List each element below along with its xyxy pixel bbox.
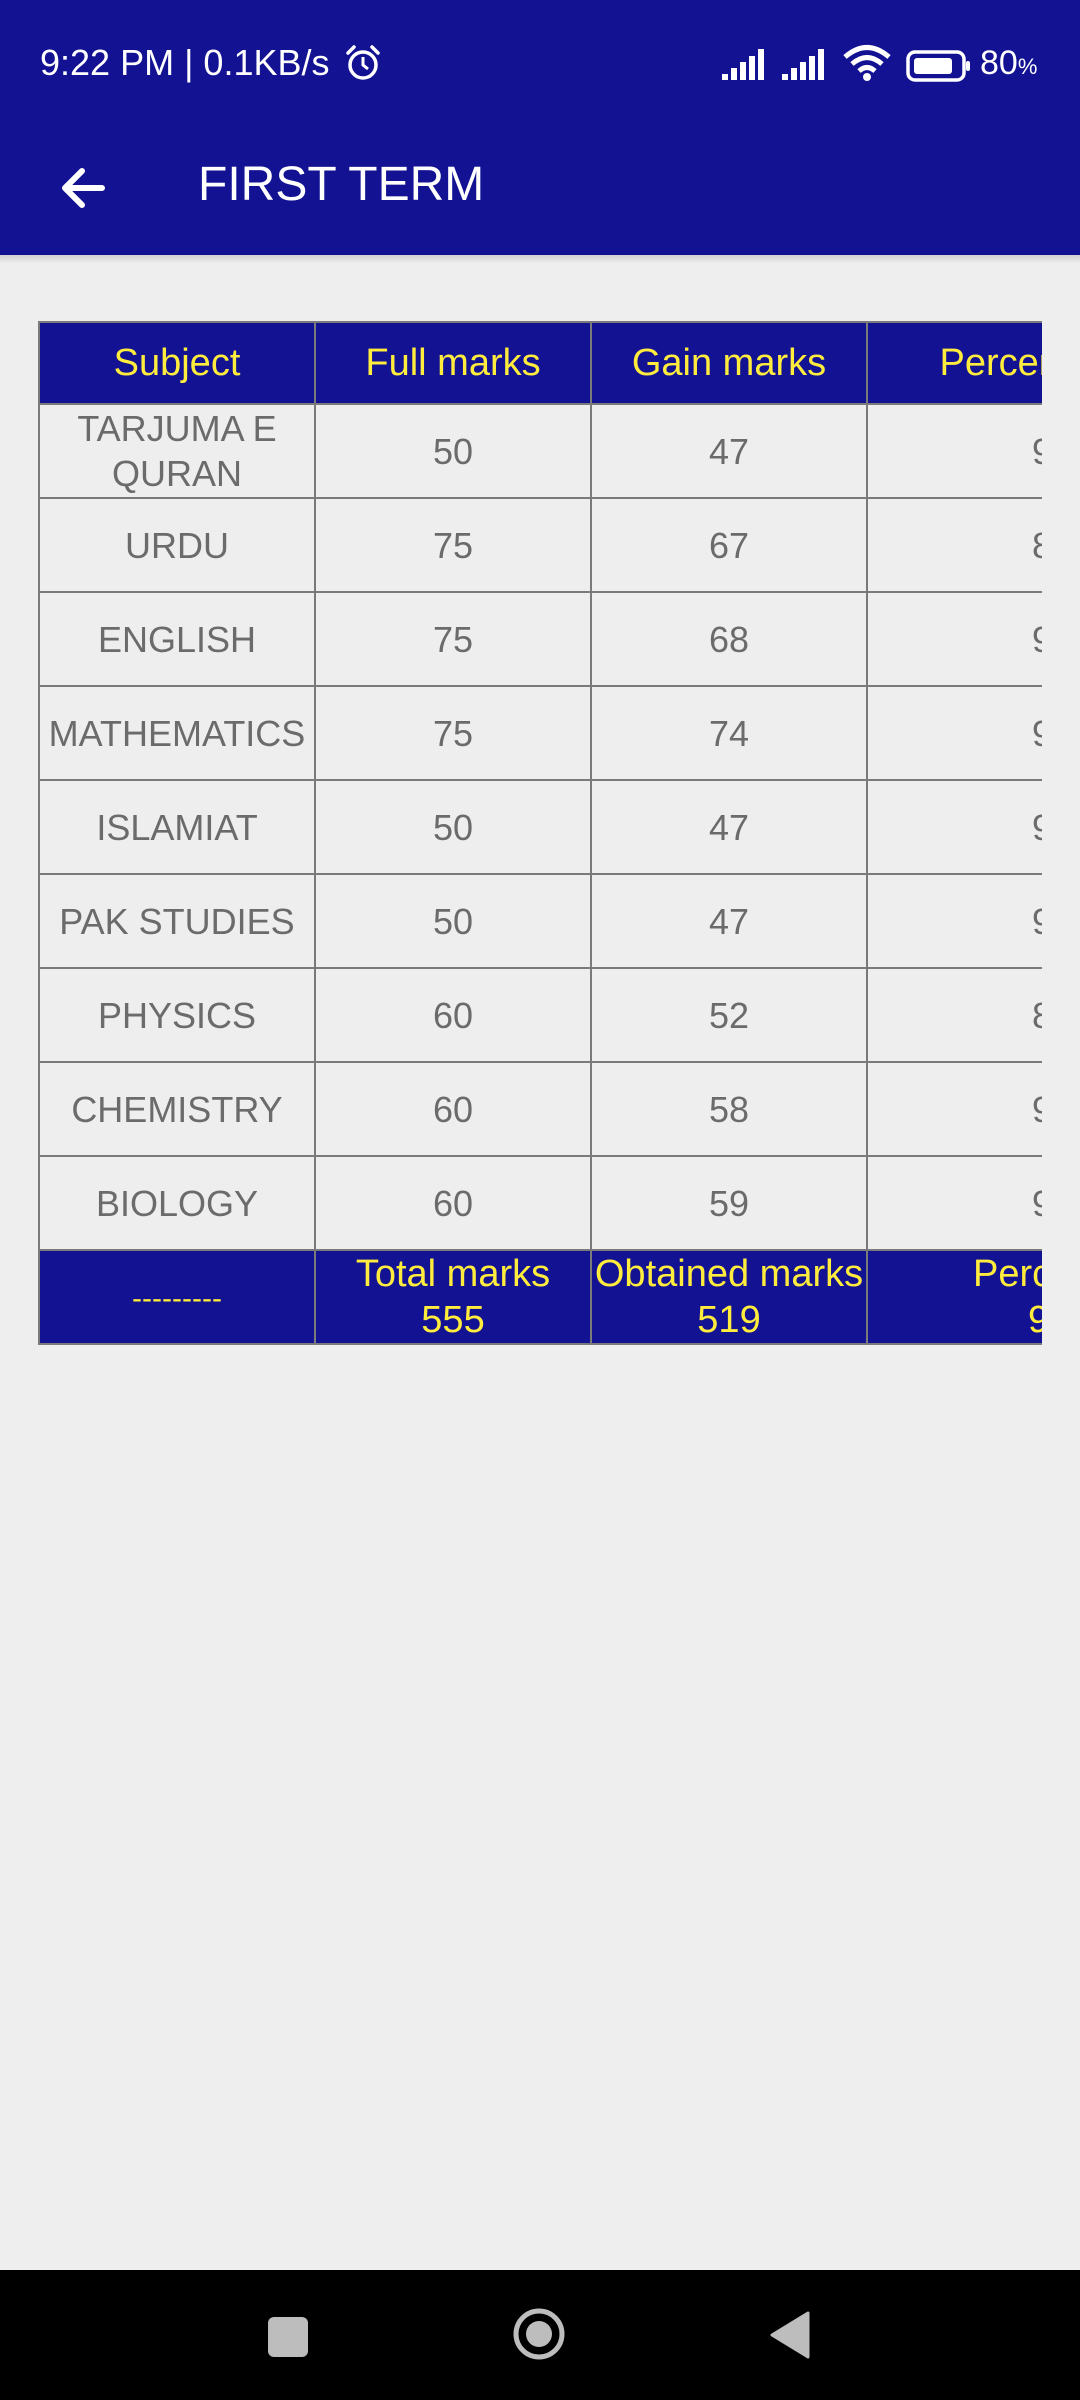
alarm-icon [346,45,380,80]
table-row: ENGLISH 75 68 90% [38,591,1042,687]
cell-subject: ENGLISH [38,591,316,687]
home-icon[interactable] [512,2307,566,2361]
cell-full-marks: 60 [314,967,592,1063]
cell-subject: CHEMISTRY [38,1061,316,1157]
table-row: CHEMISTRY 60 58 96% [38,1061,1042,1157]
percent-label: Percent [973,1253,1042,1295]
cell-subject: ISLAMIAT [38,779,316,875]
footer-obtained-marks: Obtained marks 519 [590,1249,868,1345]
footer-dash: --------- [38,1249,316,1345]
cell-gain-marks: 47 [590,873,868,969]
table-row: TARJUMA E QURAN 50 47 94% [38,403,1042,499]
cell-percent: 86% [866,967,1042,1063]
header-gain-marks: Gain marks [590,321,868,405]
app-bar: FIRST TERM [0,130,1080,255]
footer-percent: Percent 93% [866,1249,1042,1345]
table-row: PHYSICS 60 52 86% [38,967,1042,1063]
cell-full-marks: 50 [314,779,592,875]
table-row: URDU 75 67 89% [38,497,1042,593]
cell-gain-marks: 74 [590,685,868,781]
recent-apps-icon[interactable] [268,2317,308,2357]
top-bar: 9:22 PM | 0.1KB/s 80% FIRST TERM [0,0,1080,255]
table-header-row: Subject Full marks Gain marks Percent [38,321,1042,405]
status-bar: 9:22 PM | 0.1KB/s 80% [0,0,1080,130]
cell-gain-marks: 67 [590,497,868,593]
cell-gain-marks: 47 [590,779,868,875]
total-marks-label: Total marks [355,1253,551,1295]
signal-icon [782,49,824,80]
marks-table: Subject Full marks Gain marks Percent TA… [38,321,1042,1345]
cell-percent: 98% [866,1155,1042,1251]
cell-percent: 94% [866,779,1042,875]
cell-gain-marks: 58 [590,1061,868,1157]
header-full-marks: Full marks [314,321,592,405]
cell-gain-marks: 47 [590,403,868,499]
table-row: BIOLOGY 60 59 98% [38,1155,1042,1251]
cell-percent: 94% [866,403,1042,499]
cell-subject: PHYSICS [38,967,316,1063]
cell-subject: BIOLOGY [38,1155,316,1251]
table-row: PAK STUDIES 50 47 94% [38,873,1042,969]
signal-icon [722,49,764,80]
marks-table-container[interactable]: Subject Full marks Gain marks Percent TA… [38,321,1042,1367]
navigation-bar [0,2270,1080,2400]
cell-full-marks: 60 [314,1155,592,1251]
cell-percent: 94% [866,873,1042,969]
cell-gain-marks: 68 [590,591,868,687]
cell-full-marks: 75 [314,591,592,687]
percent-value: 93% [1027,1299,1042,1341]
table-row: MATHEMATICS 75 74 98% [38,685,1042,781]
wifi-icon [843,45,891,81]
table-row: ISLAMIAT 50 47 94% [38,779,1042,875]
header-subject: Subject [38,321,316,405]
cell-percent: 98% [866,685,1042,781]
cell-gain-marks: 59 [590,1155,868,1251]
cell-full-marks: 50 [314,873,592,969]
cell-full-marks: 50 [314,403,592,499]
cell-subject: URDU [38,497,316,593]
cell-percent: 90% [866,591,1042,687]
cell-percent: 89% [866,497,1042,593]
cell-percent: 96% [866,1061,1042,1157]
back-triangle-icon[interactable] [768,2310,812,2360]
header-percent: Percent [866,321,1042,405]
cell-gain-marks: 52 [590,967,868,1063]
battery-percent: 80% [980,44,1038,82]
cell-full-marks: 60 [314,1061,592,1157]
page-title: FIRST TERM [198,158,485,211]
table-footer-row: --------- Total marks 555 Obtained marks… [38,1249,1042,1345]
cell-subject: MATHEMATICS [38,685,316,781]
cell-full-marks: 75 [314,497,592,593]
obtained-marks-value: 519 [697,1299,761,1341]
battery-icon [906,50,970,82]
cell-subject: PAK STUDIES [38,873,316,969]
cell-full-marks: 75 [314,685,592,781]
cell-subject: TARJUMA E QURAN [38,403,316,499]
obtained-marks-label: Obtained marks [594,1253,864,1295]
app-bar-shadow [0,255,1080,263]
status-time: 9:22 PM | 0.1KB/s [40,42,330,83]
arrow-left-icon[interactable] [54,158,114,218]
footer-total-marks: Total marks 555 [314,1249,592,1345]
total-marks-value: 555 [421,1299,485,1341]
